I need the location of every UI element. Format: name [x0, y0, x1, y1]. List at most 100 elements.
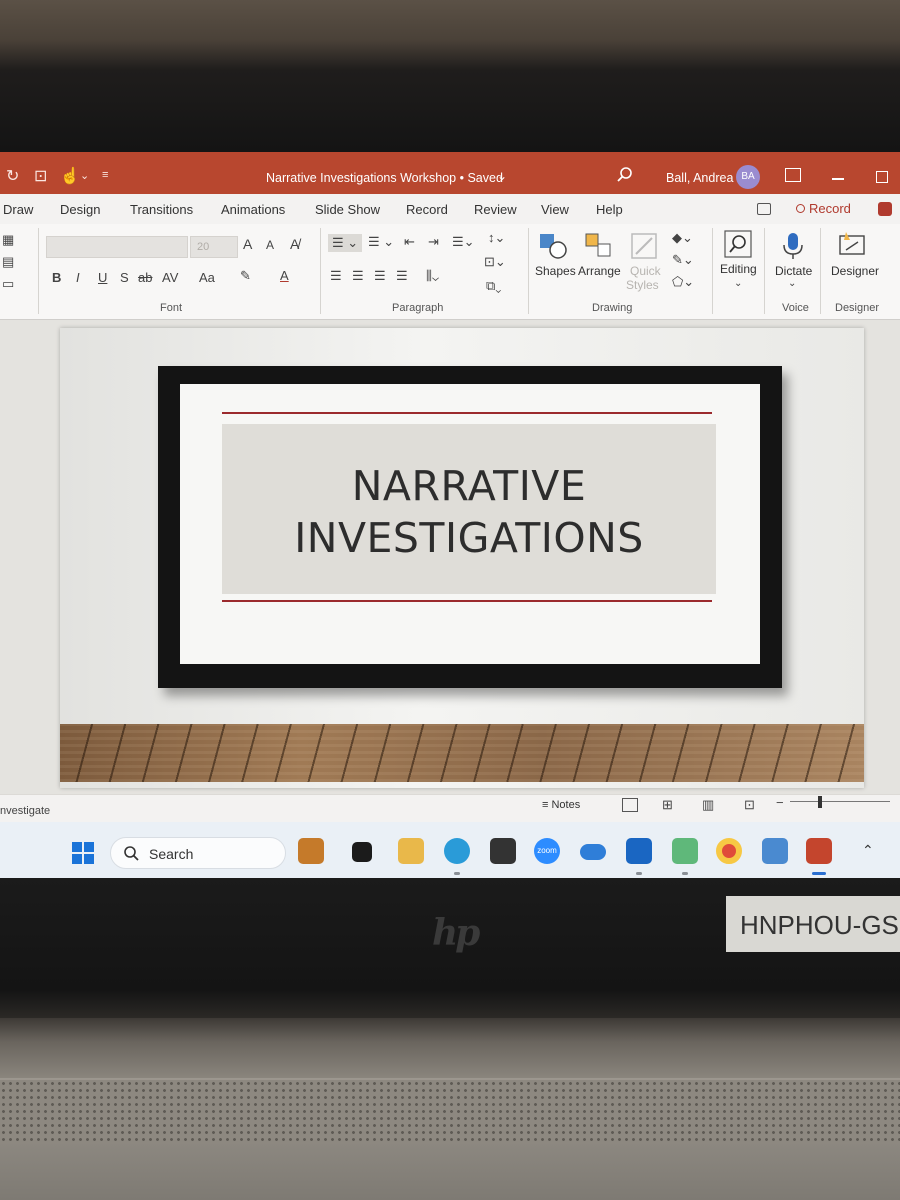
- minimize-icon[interactable]: [832, 178, 844, 180]
- title-placeholder[interactable]: NARRATIVE INVESTIGATIONS: [222, 424, 716, 594]
- file-explorer-icon[interactable]: [398, 838, 424, 864]
- edge-icon[interactable]: [444, 838, 470, 864]
- touch-mode-icon[interactable]: ☝: [60, 166, 80, 186]
- ribbon-display-options-icon[interactable]: [785, 168, 801, 182]
- zoom-slider-thumb[interactable]: [818, 796, 822, 808]
- tab-animations[interactable]: Animations: [221, 202, 285, 217]
- font-family-select[interactable]: [46, 236, 188, 258]
- tab-review[interactable]: Review: [474, 202, 517, 217]
- designer-icon[interactable]: [838, 230, 868, 258]
- shape-fill-icon[interactable]: ◆⌄: [672, 230, 693, 246]
- editing-icon[interactable]: [724, 230, 754, 258]
- columns-icon[interactable]: ⫼⌄: [426, 268, 439, 284]
- align-text-icon[interactable]: ⊡⌄: [484, 254, 506, 270]
- arrange-icon[interactable]: [584, 232, 614, 260]
- shapes-button[interactable]: Shapes: [535, 264, 576, 278]
- notes-button[interactable]: ≡ Notes: [542, 799, 580, 811]
- user-name[interactable]: Ball, Andrea: [666, 171, 733, 185]
- new-slide-icon[interactable]: ▦: [2, 232, 14, 248]
- designer-button[interactable]: Designer: [831, 264, 879, 278]
- line-spacing-icon[interactable]: ☰⌄: [452, 234, 475, 250]
- slide-sorter-icon[interactable]: ⊞: [662, 797, 673, 813]
- grow-font-button[interactable]: A: [243, 236, 252, 252]
- tab-slide-show[interactable]: Slide Show: [315, 202, 380, 217]
- increase-indent-icon[interactable]: ⇥: [428, 234, 439, 250]
- shadow-button[interactable]: S: [120, 270, 129, 285]
- shape-effects-icon[interactable]: ⬠⌄: [672, 274, 694, 290]
- slide-title[interactable]: NARRATIVE INVESTIGATIONS: [222, 460, 716, 564]
- avatar[interactable]: BA: [736, 165, 760, 189]
- editing-button[interactable]: Editing: [720, 262, 757, 276]
- character-spacing-button[interactable]: AV: [162, 270, 178, 285]
- chevron-down-icon[interactable]: ⌄: [734, 278, 742, 289]
- notepad-icon[interactable]: [762, 838, 788, 864]
- quick-styles-label-2[interactable]: Styles: [626, 278, 659, 292]
- font-color-icon[interactable]: A: [280, 268, 289, 283]
- tab-help[interactable]: Help: [596, 202, 623, 217]
- quick-styles-icon[interactable]: [630, 232, 660, 260]
- section-icon[interactable]: ▭: [2, 276, 14, 292]
- tab-view[interactable]: View: [541, 202, 569, 217]
- tab-design[interactable]: Design: [60, 202, 100, 217]
- zoom-icon[interactable]: zoom: [534, 838, 560, 864]
- taskbar-search[interactable]: Search: [110, 837, 286, 869]
- slide-show-icon[interactable]: ⊡: [744, 797, 755, 813]
- dictate-button[interactable]: Dictate: [775, 264, 812, 278]
- document-title[interactable]: Narrative Investigations Workshop • Save…: [266, 171, 503, 185]
- windows-start-icon[interactable]: [72, 842, 94, 864]
- change-case-button[interactable]: Aa: [199, 270, 215, 285]
- chrome-icon[interactable]: [716, 838, 742, 864]
- layout-icon[interactable]: ▤: [2, 254, 14, 270]
- reading-view-icon[interactable]: ▥: [702, 797, 714, 813]
- chevron-up-icon[interactable]: ⌃: [862, 842, 874, 859]
- bold-button[interactable]: B: [52, 270, 61, 285]
- justify-icon[interactable]: ☰: [396, 268, 408, 284]
- work-briefcase-icon[interactable]: [298, 838, 324, 864]
- tab-record[interactable]: Record: [406, 202, 448, 217]
- task-view-icon[interactable]: [352, 842, 372, 862]
- chevron-down-icon[interactable]: ⌄: [497, 169, 507, 183]
- microphone-icon[interactable]: [778, 232, 808, 260]
- align-center-icon[interactable]: ☰: [352, 268, 364, 284]
- decrease-indent-icon[interactable]: ⇤: [404, 234, 415, 250]
- maximize-icon[interactable]: [876, 171, 888, 183]
- outlook-icon[interactable]: [626, 838, 652, 864]
- align-right-icon[interactable]: ☰: [374, 268, 386, 284]
- store-icon[interactable]: [490, 838, 516, 864]
- quick-styles-label[interactable]: Quick: [630, 264, 661, 278]
- zoom-out-icon[interactable]: −: [776, 795, 784, 810]
- shapes-icon[interactable]: [538, 232, 568, 260]
- clear-formatting-icon[interactable]: A̸: [290, 236, 299, 252]
- highlight-icon[interactable]: ✎: [240, 268, 251, 284]
- numbering-button[interactable]: ☰ ⌄: [368, 234, 394, 250]
- shrink-font-button[interactable]: A: [266, 238, 274, 252]
- slack-icon[interactable]: [672, 838, 698, 864]
- tab-transitions[interactable]: Transitions: [130, 202, 193, 217]
- zoom-slider[interactable]: [790, 801, 890, 802]
- share-icon[interactable]: [878, 202, 892, 216]
- arrange-button[interactable]: Arrange: [578, 264, 621, 278]
- font-size-select[interactable]: 20: [190, 236, 238, 258]
- strikethrough-button[interactable]: ab: [138, 270, 152, 285]
- onedrive-icon[interactable]: [580, 844, 606, 860]
- smartart-icon[interactable]: ⧉⌄: [486, 278, 501, 294]
- wood-floor-image: [60, 724, 864, 782]
- shape-outline-icon[interactable]: ✎⌄: [672, 252, 694, 268]
- undo-icon[interactable]: ↻: [6, 166, 19, 186]
- slide-canvas[interactable]: NARRATIVE INVESTIGATIONS: [60, 328, 864, 788]
- chevron-down-icon[interactable]: ⌄: [80, 169, 89, 182]
- italic-button[interactable]: I: [76, 270, 80, 285]
- record-button[interactable]: Record: [796, 201, 851, 216]
- powerpoint-icon[interactable]: [806, 838, 832, 864]
- comments-icon[interactable]: [757, 203, 771, 215]
- normal-view-icon[interactable]: [622, 798, 638, 812]
- tab-draw[interactable]: Draw: [3, 202, 33, 217]
- align-left-icon[interactable]: ☰: [330, 268, 342, 284]
- search-icon[interactable]: [616, 166, 634, 184]
- underline-button[interactable]: U: [98, 270, 107, 285]
- present-from-start-icon[interactable]: ⊡: [34, 166, 47, 186]
- bullets-button[interactable]: ☰ ⌄: [328, 234, 363, 252]
- text-direction-icon[interactable]: ↕⌄: [488, 230, 505, 246]
- customize-toolbar-icon[interactable]: ≡: [102, 169, 108, 181]
- chevron-down-icon[interactable]: ⌄: [788, 278, 796, 289]
